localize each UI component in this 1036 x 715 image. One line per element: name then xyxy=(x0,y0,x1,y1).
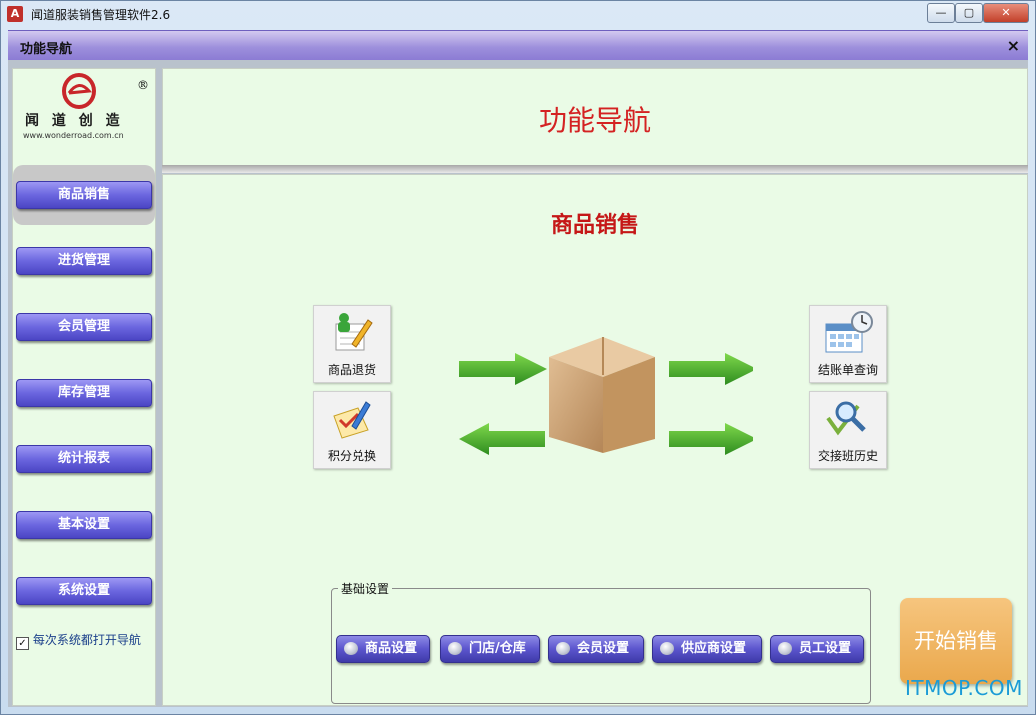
minimize-button[interactable]: — xyxy=(927,3,955,23)
tile-bill-query-label: 结账单查询 xyxy=(817,363,878,377)
section-title: 商品销售 xyxy=(550,213,639,238)
tile-return-goods-label: 商品退货 xyxy=(327,363,376,377)
arrow-right-icon xyxy=(459,353,547,385)
supplier-settings-button[interactable]: 供应商设置 xyxy=(652,635,762,663)
sidebar: ® 闻 道 创 造 www.wonderroad.com.cn 商品销售 进货管… xyxy=(12,68,156,706)
tile-shift-history-label: 交接班历史 xyxy=(817,449,878,463)
nav-close-icon[interactable]: × xyxy=(1007,36,1020,55)
brand-logo: ® 闻 道 创 造 www.wonderroad.com.cn xyxy=(17,71,151,143)
flow-diagram xyxy=(459,337,753,455)
top-banner: 功能导航 xyxy=(162,68,1028,166)
page-title: 功能导航 xyxy=(538,104,651,137)
title-bar: A 闻道服装销售管理软件2.6 — ▢ ✕ xyxy=(1,1,1035,29)
store-warehouse-label: 门店/仓库 xyxy=(469,641,526,656)
watermark: ITMOP.COM xyxy=(905,676,1023,700)
supplier-settings-label: 供应商设置 xyxy=(681,641,747,656)
sidebar-item-basic-settings[interactable]: 基本设置 xyxy=(16,511,152,539)
sidebar-item-system-settings[interactable]: 系统设置 xyxy=(16,577,152,605)
arrow-left-icon xyxy=(459,423,545,455)
member-settings-button[interactable]: 会员设置 xyxy=(548,635,644,663)
main-panel: 商品销售 商品退货 积分兑换 结账单查询 交接班历史 基础设置 商品设置 门店/… xyxy=(162,174,1028,706)
points-exchange-icon xyxy=(333,401,371,439)
gem-icon xyxy=(556,642,570,655)
basic-settings-legend: 基础设置 xyxy=(338,580,393,597)
registered-mark: ® xyxy=(137,78,149,92)
member-settings-label: 会员设置 xyxy=(577,641,630,656)
sidebar-item-sales[interactable]: 商品销售 xyxy=(16,181,152,209)
sidebar-item-members[interactable]: 会员管理 xyxy=(16,313,152,341)
product-settings-button[interactable]: 商品设置 xyxy=(336,635,430,663)
sidebar-item-inventory[interactable]: 库存管理 xyxy=(16,379,152,407)
app-icon: A xyxy=(7,6,23,22)
product-settings-label: 商品设置 xyxy=(365,641,418,656)
nav-header-title: 功能导航 xyxy=(20,42,73,57)
store-warehouse-button[interactable]: 门店/仓库 xyxy=(440,635,540,663)
package-box-icon xyxy=(549,337,655,453)
basic-settings-group: 基础设置 商品设置 门店/仓库 会员设置 供应商设置 员工设置 xyxy=(331,580,871,704)
sidebar-item-purchase[interactable]: 进货管理 xyxy=(16,247,152,275)
arrow-right-icon xyxy=(669,423,753,455)
tile-points-exchange-label: 积分兑换 xyxy=(327,449,376,463)
tile-bill-query[interactable]: 结账单查询 xyxy=(809,305,887,383)
gem-icon xyxy=(448,642,462,655)
tile-shift-history[interactable]: 交接班历史 xyxy=(809,391,887,469)
gem-icon xyxy=(344,642,358,655)
nav-header: 功能导航 × xyxy=(8,30,1028,61)
sidebar-item-reports[interactable]: 统计报表 xyxy=(16,445,152,473)
open-nav-checkbox[interactable]: ✓ 每次系统都打开导航 xyxy=(16,631,141,650)
window-title: 闻道服装销售管理软件2.6 xyxy=(31,8,171,22)
start-sales-button[interactable]: 开始销售 xyxy=(900,598,1012,684)
staff-settings-label: 员工设置 xyxy=(799,641,852,656)
return-goods-icon xyxy=(335,313,373,351)
staff-settings-button[interactable]: 员工设置 xyxy=(770,635,864,663)
logo-brand-text: 闻 道 创 造 xyxy=(25,112,124,129)
gem-icon xyxy=(660,642,674,655)
divider xyxy=(162,165,1028,173)
search-check-icon xyxy=(826,401,866,436)
restore-button[interactable]: ▢ xyxy=(955,3,983,23)
gem-icon xyxy=(778,642,792,655)
checkbox-check-icon[interactable]: ✓ xyxy=(16,637,29,650)
calendar-clock-icon xyxy=(825,311,873,353)
tile-return-goods[interactable]: 商品退货 xyxy=(313,305,391,383)
arrow-right-icon xyxy=(669,353,753,385)
close-window-button[interactable]: ✕ xyxy=(983,3,1029,23)
open-nav-checkbox-label: 每次系统都打开导航 xyxy=(32,633,141,647)
logo-url-text: www.wonderroad.com.cn xyxy=(23,131,124,140)
tile-points-exchange[interactable]: 积分兑换 xyxy=(313,391,391,469)
